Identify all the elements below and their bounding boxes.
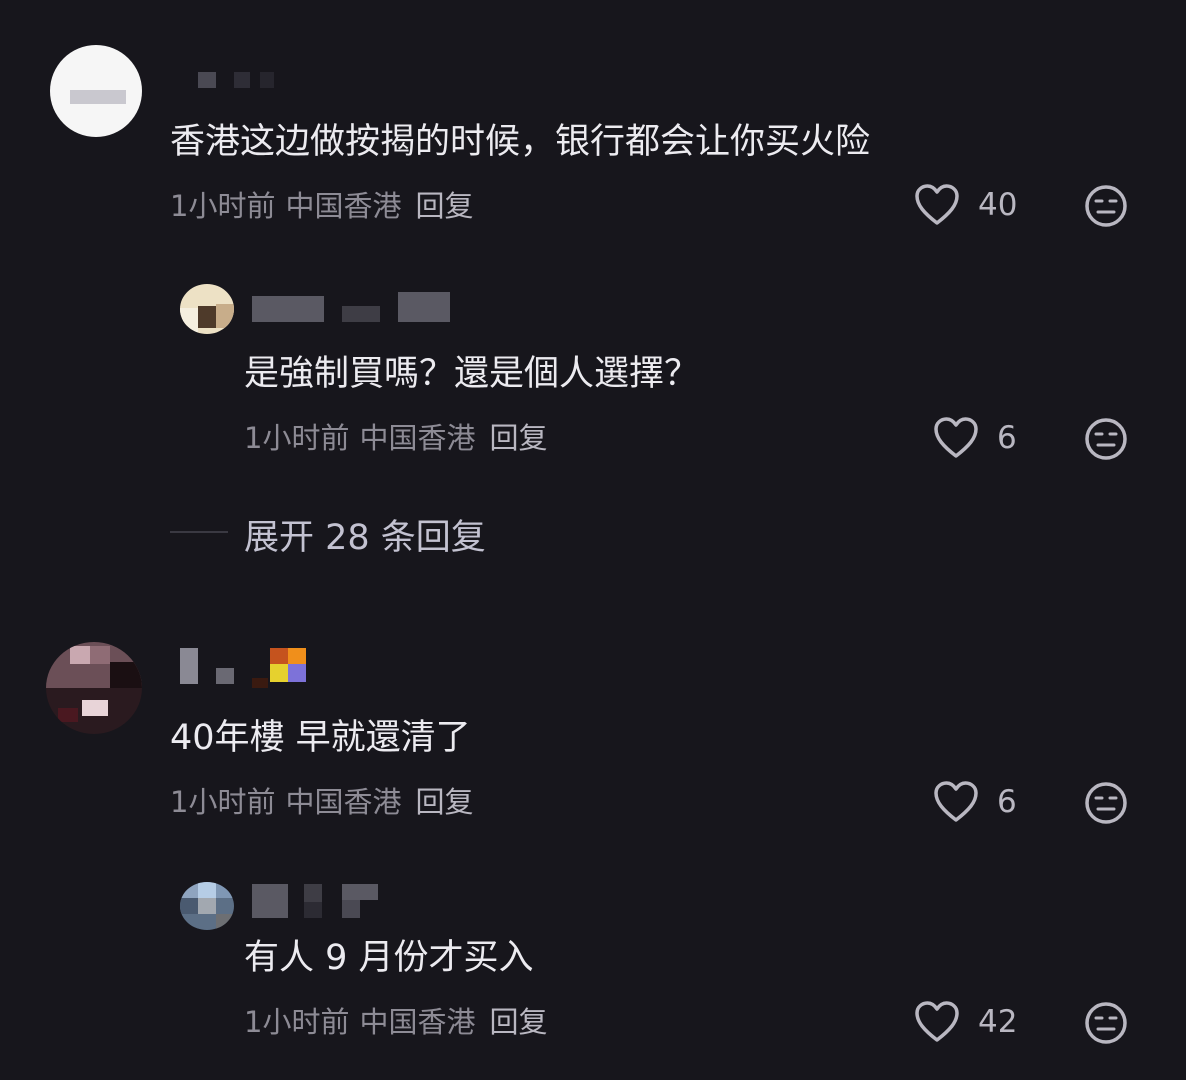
avatar[interactable] — [46, 642, 142, 734]
avatar-pixelation — [70, 90, 126, 104]
comment-time: 1小时前 — [244, 421, 350, 455]
comment-text: 香港这边做按揭的时候，银行都会让你买火险 — [170, 122, 871, 162]
neutral-face-icon[interactable] — [1084, 417, 1128, 461]
comment-time: 1小时前 — [170, 785, 276, 819]
like-button[interactable]: 6 — [933, 416, 1017, 460]
expand-divider — [170, 531, 228, 533]
username-blurred[interactable] — [252, 884, 382, 920]
comment-meta: 1小时前 中国香港 回复 — [170, 188, 473, 224]
like-count: 40 — [978, 187, 1018, 223]
comment-text: 是強制買嗎？還是個人選擇？ — [244, 354, 700, 394]
expand-replies-button[interactable]: 展开 28 条回复 — [244, 509, 486, 560]
comment-text: 有人 9 月份才买入 — [244, 938, 534, 978]
avatar[interactable] — [180, 882, 234, 930]
comment-meta: 1小时前 中国香港 回复 — [170, 784, 473, 820]
comment-location: 中国香港 — [285, 189, 402, 223]
username-blurred[interactable] — [252, 288, 452, 322]
reply-button[interactable]: 回复 — [415, 189, 473, 223]
like-button[interactable]: 42 — [914, 1000, 1017, 1044]
like-button[interactable]: 6 — [933, 780, 1017, 824]
neutral-face-icon[interactable] — [1084, 781, 1128, 825]
like-button[interactable]: 40 — [914, 183, 1017, 227]
heart-outline-icon — [915, 184, 959, 225]
comment-meta: 1小时前 中国香港 回复 — [244, 1004, 547, 1040]
comment-text: 40年樓 早就還清了 — [170, 718, 471, 758]
neutral-face-icon[interactable] — [1084, 184, 1128, 228]
heart-outline-icon — [934, 781, 978, 822]
reply-button[interactable]: 回复 — [489, 421, 547, 455]
username-blurred[interactable] — [180, 648, 310, 688]
heart-outline-icon — [934, 417, 978, 458]
reply-button[interactable]: 回复 — [415, 785, 473, 819]
neutral-face-icon[interactable] — [1084, 1001, 1128, 1045]
like-count: 6 — [997, 784, 1017, 820]
reply-button[interactable]: 回复 — [489, 1005, 547, 1039]
like-count: 42 — [978, 1004, 1018, 1040]
comment-time: 1小时前 — [244, 1005, 350, 1039]
comment-location: 中国香港 — [359, 1005, 476, 1039]
heart-outline-icon — [915, 1001, 959, 1042]
comment-meta: 1小时前 中国香港 回复 — [244, 420, 547, 456]
username-blurred[interactable] — [198, 72, 288, 102]
like-count: 6 — [997, 420, 1017, 456]
comment-location: 中国香港 — [285, 785, 402, 819]
comment-location: 中国香港 — [359, 421, 476, 455]
avatar[interactable] — [50, 45, 142, 137]
avatar[interactable] — [180, 284, 234, 334]
comment-time: 1小时前 — [170, 189, 276, 223]
